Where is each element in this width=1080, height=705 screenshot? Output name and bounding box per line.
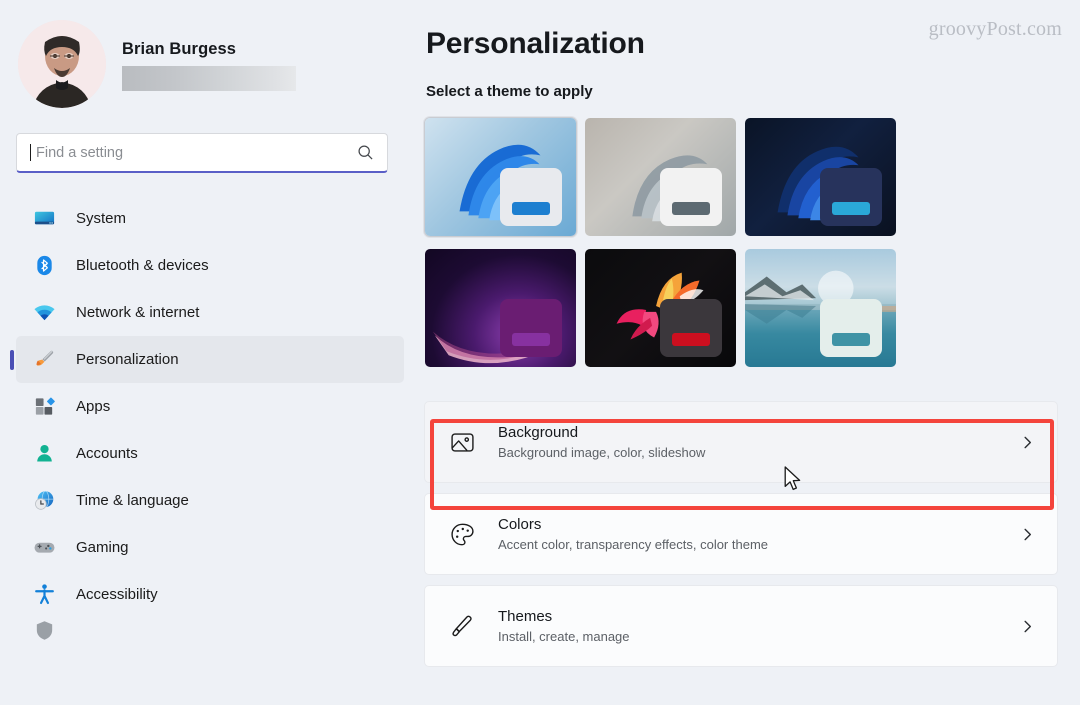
sidebar-item-gaming[interactable]: Gaming xyxy=(16,524,404,571)
sidebar-item-label: Apps xyxy=(76,398,111,415)
user-profile[interactable]: Brian Burgess xyxy=(0,0,420,110)
search-input[interactable] xyxy=(32,144,357,161)
sidebar-item-personalization[interactable]: Personalization xyxy=(16,336,404,383)
monitor-icon xyxy=(32,207,56,231)
profile-email-redacted xyxy=(122,65,296,91)
row-text: Background Background image, color, slid… xyxy=(498,424,1017,460)
apps-icon xyxy=(32,395,56,419)
settings-row-themes[interactable]: Themes Install, create, manage xyxy=(424,585,1058,667)
row-title: Colors xyxy=(498,516,542,533)
settings-row-background[interactable]: Background Background image, color, slid… xyxy=(424,401,1058,483)
theme-accent-bar xyxy=(672,333,710,346)
theme-card[interactable] xyxy=(584,117,737,237)
shield-icon xyxy=(32,618,56,642)
theme-preview-card xyxy=(660,299,722,357)
theme-card[interactable] xyxy=(424,117,577,237)
theme-card[interactable] xyxy=(424,248,577,368)
search-box[interactable] xyxy=(16,133,388,173)
row-title: Background xyxy=(498,424,579,441)
sidebar-item-label: Personalization xyxy=(76,351,179,368)
bluetooth-icon xyxy=(32,254,56,278)
row-subtitle: Background image, color, slideshow xyxy=(498,445,706,460)
row-text: Colors Accent color, transparency effect… xyxy=(498,516,1017,552)
theme-accent-bar xyxy=(832,202,870,215)
theme-accent-bar xyxy=(832,333,870,346)
sidebar-item-label: Network & internet xyxy=(76,304,200,321)
theme-preview-card xyxy=(820,168,882,226)
sidebar: Brian Burgess Find a setting System Blue… xyxy=(0,0,420,705)
picture-icon xyxy=(447,427,477,457)
search-icon[interactable] xyxy=(357,144,375,161)
palette-icon xyxy=(447,519,477,549)
chevron-right-icon[interactable] xyxy=(1017,527,1037,542)
avatar xyxy=(18,20,106,108)
paintbrush-icon xyxy=(32,348,56,372)
settings-rows: Background Background image, color, slid… xyxy=(420,368,1058,667)
profile-name: Brian Burgess xyxy=(122,39,237,58)
sidebar-item-label: Accounts xyxy=(76,445,138,462)
sidebar-item-label: Accessibility xyxy=(76,586,158,603)
row-subtitle: Install, create, manage xyxy=(498,629,630,644)
person-icon xyxy=(32,442,56,466)
theme-card[interactable] xyxy=(744,117,897,237)
sidebar-item-label: System xyxy=(76,210,127,227)
chevron-right-icon[interactable] xyxy=(1017,435,1037,450)
theme-preview-card xyxy=(820,299,882,357)
sidebar-item-label: Gaming xyxy=(76,539,129,556)
sidebar-item-next-partial[interactable] xyxy=(16,618,404,642)
chevron-right-icon[interactable] xyxy=(1017,619,1037,634)
theme-accent-bar xyxy=(672,202,710,215)
row-subtitle: Accent color, transparency effects, colo… xyxy=(498,537,769,552)
settings-row-colors[interactable]: Colors Accent color, transparency effect… xyxy=(424,493,1058,575)
sidebar-item-accessibility[interactable]: Accessibility xyxy=(16,571,404,618)
sidebar-nav: System Bluetooth & devices Network & int… xyxy=(0,195,420,642)
theme-preview-card xyxy=(660,168,722,226)
text-caret xyxy=(30,144,31,161)
content-pane: groovyPost.com Personalization Select a … xyxy=(420,0,1080,705)
theme-section-label: Select a theme to apply xyxy=(426,83,593,100)
sidebar-item-network-internet[interactable]: Network & internet xyxy=(16,289,404,336)
settings-window: Brian Burgess Find a setting System Blue… xyxy=(0,0,1080,705)
theme-accent-bar xyxy=(512,202,550,215)
clock-globe-icon xyxy=(32,489,56,513)
row-text: Themes Install, create, manage xyxy=(498,608,1017,644)
theme-preview-card xyxy=(500,299,562,357)
sidebar-item-apps[interactable]: Apps xyxy=(16,383,404,430)
sidebar-item-bluetooth-devices[interactable]: Bluetooth & devices xyxy=(16,242,404,289)
watermark: groovyPost.com xyxy=(928,18,1062,40)
theme-accent-bar xyxy=(512,333,550,346)
gamepad-icon xyxy=(32,536,56,560)
paintbrush-outline-icon xyxy=(447,611,477,641)
wifi-icon xyxy=(32,301,56,325)
theme-card[interactable] xyxy=(584,248,737,368)
sidebar-item-label: Time & language xyxy=(76,492,189,509)
theme-preview-card xyxy=(500,168,562,226)
accessibility-icon xyxy=(32,583,56,607)
sidebar-item-time-language[interactable]: Time & language xyxy=(16,477,404,524)
sidebar-item-label: Bluetooth & devices xyxy=(76,257,209,274)
sidebar-item-system[interactable]: System xyxy=(16,195,404,242)
row-title: Themes xyxy=(498,608,553,625)
theme-card[interactable] xyxy=(744,248,897,368)
theme-grid xyxy=(420,100,920,368)
sidebar-item-accounts[interactable]: Accounts xyxy=(16,430,404,477)
